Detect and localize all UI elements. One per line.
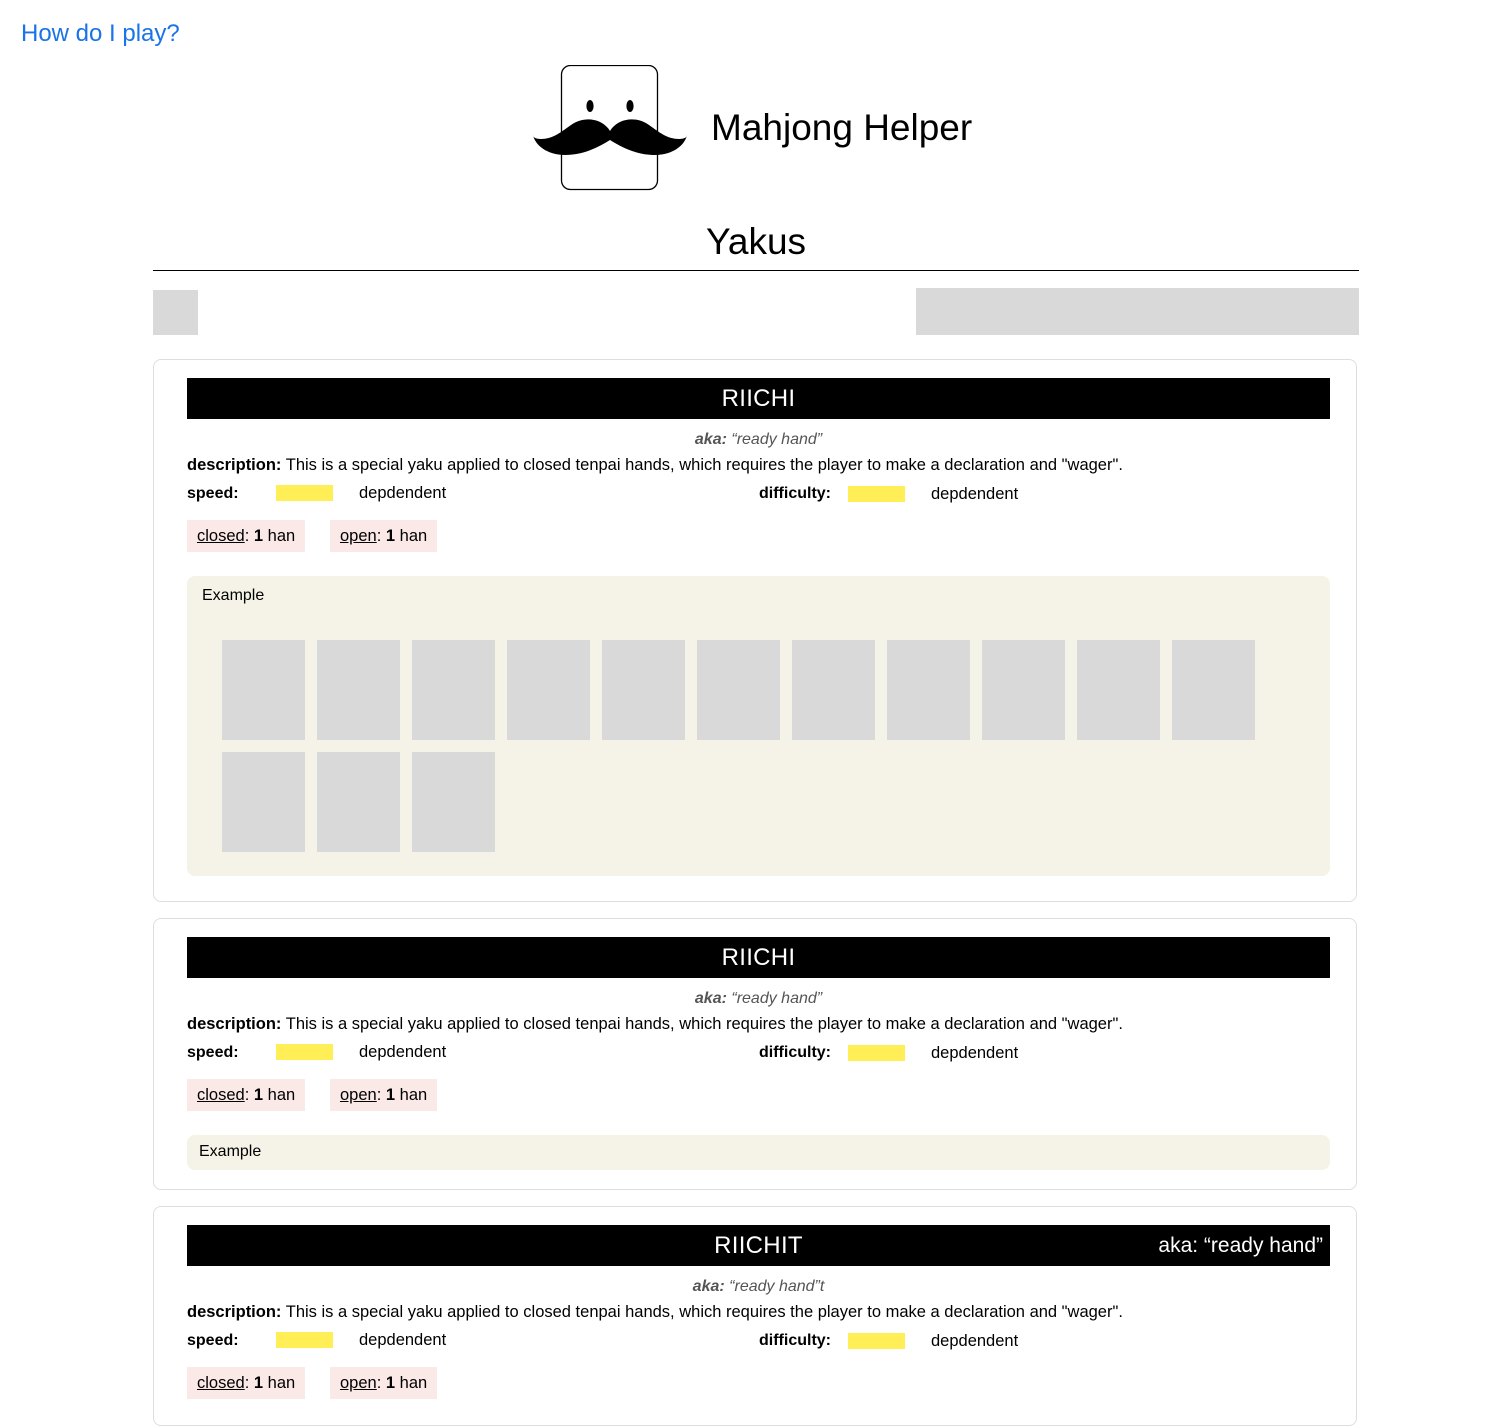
closed-han-value: 1 [253, 1374, 264, 1392]
example-tile [222, 640, 305, 740]
open-han-badge: open: 1 han [330, 1079, 438, 1111]
title-divider [153, 270, 1359, 271]
yaku-card: RIICHI aka: “ready hand” description: Th… [153, 918, 1357, 1190]
description-label: description: [187, 1303, 282, 1321]
closed-label: closed [197, 527, 245, 545]
speed-value: depdendent [359, 1043, 447, 1061]
yaku-aka: aka: “ready hand” [187, 431, 1330, 449]
description-text: This is a special yaku applied to closed… [285, 1303, 1123, 1321]
difficulty-label: difficulty: [759, 1044, 831, 1061]
speed-label: speed: [187, 1044, 239, 1061]
yaku-card: RIICHI aka: “ready hand” description: Th… [153, 359, 1357, 902]
han-unit: han [399, 527, 428, 545]
how-to-play-link[interactable]: How do I play? [21, 20, 180, 48]
speed-label: speed: [187, 485, 239, 502]
example-tile [982, 640, 1065, 740]
closed-han-badge: closed: 1 han [187, 520, 306, 552]
open-label: open [340, 1086, 377, 1104]
yaku-card-header[interactable]: RIICHI [187, 378, 1330, 419]
description-label: description: [187, 1015, 282, 1033]
speed-swatch [276, 485, 333, 501]
han-unit: han [399, 1086, 428, 1104]
han-unit: han [399, 1374, 428, 1392]
open-han-value: 1 [385, 1086, 396, 1104]
example-tile [602, 640, 685, 740]
example-label: Example [199, 1143, 262, 1160]
aka-value: “ready hand”t [729, 1278, 825, 1295]
yaku-description: description: This is a special yaku appl… [187, 1015, 1123, 1034]
yaku-card: RIICHIT aka: “ready hand” aka: “ready ha… [153, 1206, 1357, 1426]
aka-label: aka: [694, 431, 727, 448]
example-tile [412, 752, 495, 852]
speed-value: depdendent [359, 1331, 447, 1349]
difficulty-swatch [848, 1333, 905, 1349]
example-tile [887, 640, 970, 740]
yaku-aka: aka: “ready hand”t [187, 1278, 1330, 1296]
speed-label: speed: [187, 1332, 239, 1349]
example-tile [317, 640, 400, 740]
example-label: Example [202, 587, 265, 604]
yaku-title: RIICHI [721, 944, 796, 971]
closed-label: closed [197, 1086, 245, 1104]
closed-label: closed [197, 1374, 245, 1392]
closed-han-badge: closed: 1 han [187, 1367, 306, 1399]
open-label: open [340, 527, 377, 545]
yaku-description: description: This is a special yaku appl… [187, 456, 1123, 475]
page-title: Yakus [705, 221, 807, 262]
example-tile [1172, 640, 1255, 740]
aka-label: aka: [694, 990, 727, 1007]
difficulty-value: depdendent [931, 485, 1019, 503]
difficulty-swatch [848, 486, 905, 502]
han-unit: han [267, 527, 296, 545]
description-text: This is a special yaku applied to closed… [285, 1015, 1123, 1033]
open-han-badge: open: 1 han [330, 1367, 438, 1399]
filter-button[interactable] [153, 290, 198, 335]
aka-value: “ready hand” [731, 431, 823, 448]
yaku-description: description: This is a special yaku appl… [187, 1303, 1123, 1322]
difficulty-value: depdendent [931, 1044, 1019, 1062]
closed-han-value: 1 [253, 1086, 264, 1104]
example-tile [792, 640, 875, 740]
closed-han-value: 1 [253, 527, 264, 545]
han-unit: han [267, 1086, 296, 1104]
open-han-value: 1 [385, 1374, 396, 1392]
description-text: This is a special yaku applied to closed… [285, 456, 1123, 474]
example-toggle[interactable]: Example [187, 1135, 1330, 1170]
han-unit: han [267, 1374, 296, 1392]
yaku-card-header[interactable]: RIICHIT aka: “ready hand” [187, 1225, 1330, 1266]
example-tile [317, 752, 400, 852]
example-tile [507, 640, 590, 740]
yaku-aka: aka: “ready hand” [187, 990, 1330, 1008]
yaku-card-header[interactable]: RIICHI [187, 937, 1330, 978]
example-tile [222, 752, 305, 852]
difficulty-value: depdendent [931, 1332, 1019, 1350]
yaku-title: RIICHI [721, 385, 796, 412]
aka-label: aka: [692, 1278, 725, 1295]
example-panel: Example [187, 576, 1330, 876]
difficulty-swatch [848, 1045, 905, 1061]
example-tile [697, 640, 780, 740]
speed-value: depdendent [359, 484, 447, 502]
open-han-value: 1 [385, 527, 396, 545]
speed-swatch [276, 1332, 333, 1348]
header-aka: aka: “ready hand” [1158, 1234, 1323, 1257]
app-title: Mahjong Helper [711, 107, 973, 148]
description-label: description: [187, 456, 282, 474]
example-tile [1077, 640, 1160, 740]
open-label: open [340, 1374, 377, 1392]
open-han-badge: open: 1 han [330, 520, 438, 552]
difficulty-label: difficulty: [759, 1332, 831, 1349]
search-input[interactable] [916, 288, 1359, 335]
mustache-tile-icon [533, 64, 687, 191]
closed-han-badge: closed: 1 han [187, 1079, 306, 1111]
difficulty-label: difficulty: [759, 485, 831, 502]
aka-value: “ready hand” [731, 990, 823, 1007]
speed-swatch [276, 1044, 333, 1060]
example-tile [412, 640, 495, 740]
